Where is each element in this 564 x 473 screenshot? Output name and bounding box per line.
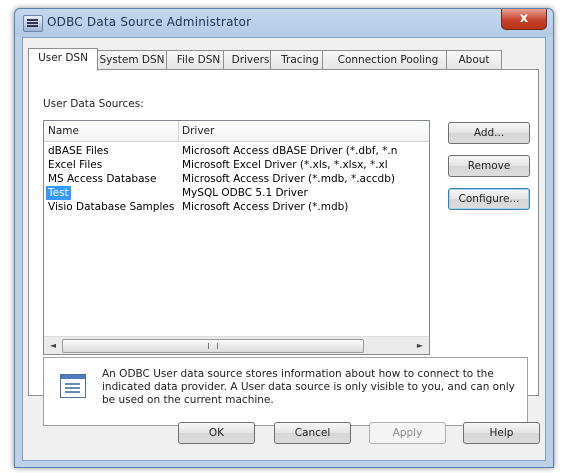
configure-button[interactable]: Configure...	[448, 188, 530, 210]
dsn-driver: Microsoft Access Driver (*.mdb)	[182, 201, 349, 213]
dsn-driver: Microsoft Access Driver (*.mdb, *.accdb)	[182, 173, 395, 185]
tab-about[interactable]: About	[446, 50, 502, 70]
scroll-left-icon[interactable]: ◄	[47, 340, 59, 351]
ok-button[interactable]: OK	[178, 422, 255, 444]
cancel-button[interactable]: Cancel	[274, 422, 351, 444]
dsn-name: MS Access Database	[48, 173, 157, 185]
dialog-client-area: User DSN System DSN File DSN Drivers Tra…	[22, 37, 546, 461]
scroll-grip-icon	[208, 343, 218, 349]
list-item[interactable]: MS Access Database Microsoft Access Driv…	[44, 172, 429, 186]
user-dsn-panel: User Data Sources: Name Driver dBASE Fil…	[28, 69, 539, 426]
horizontal-scrollbar[interactable]: ◄ ►	[44, 336, 429, 354]
help-button[interactable]: Help	[463, 422, 540, 444]
column-header-name[interactable]: Name	[48, 125, 79, 137]
tab-system-dsn[interactable]: System DSN	[90, 50, 174, 70]
dsn-driver: MySQL ODBC 5.1 Driver	[182, 187, 308, 199]
add-button[interactable]: Add...	[448, 122, 530, 144]
user-data-sources-label: User Data Sources:	[43, 98, 144, 110]
data-source-info-icon	[60, 374, 86, 398]
odbc-app-icon	[23, 15, 43, 32]
column-header-driver[interactable]: Driver	[182, 125, 214, 137]
list-item[interactable]: Visio Database Samples Microsoft Access …	[44, 200, 429, 214]
dsn-driver: Microsoft Excel Driver (*.xls, *.xlsx, *…	[182, 159, 388, 171]
odbc-window: ODBC Data Source Administrator x User DS…	[14, 8, 554, 468]
apply-button[interactable]: Apply	[369, 422, 446, 444]
column-divider[interactable]	[178, 121, 179, 141]
dsn-driver: Microsoft Access dBASE Driver (*.dbf, *.…	[182, 145, 398, 157]
info-description: An ODBC User data source stores informat…	[102, 368, 515, 406]
list-column-header: Name Driver	[44, 121, 429, 142]
tab-tracing[interactable]: Tracing	[270, 50, 330, 70]
list-item[interactable]: Excel Files Microsoft Excel Driver (*.xl…	[44, 158, 429, 172]
list-item-selected[interactable]: Test MySQL ODBC 5.1 Driver	[44, 186, 429, 200]
data-sources-list[interactable]: Name Driver dBASE Files Microsoft Access…	[43, 120, 430, 355]
scroll-thumb[interactable]	[62, 339, 364, 353]
title-bar[interactable]: ODBC Data Source Administrator x	[15, 9, 553, 37]
dsn-name: Test	[46, 186, 71, 200]
tab-user-dsn[interactable]: User DSN	[28, 48, 98, 71]
dsn-name: Visio Database Samples	[48, 201, 175, 213]
close-button[interactable]: x	[501, 9, 547, 30]
dsn-name: dBASE Files	[48, 145, 109, 157]
info-box: An ODBC User data source stores informat…	[43, 357, 528, 426]
dsn-name: Excel Files	[48, 159, 103, 171]
tab-connection-pooling[interactable]: Connection Pooling	[322, 50, 454, 70]
tab-file-dsn[interactable]: File DSN	[166, 50, 231, 70]
list-item[interactable]: dBASE Files Microsoft Access dBASE Drive…	[44, 144, 429, 158]
remove-button[interactable]: Remove	[448, 155, 530, 177]
window-title: ODBC Data Source Administrator	[47, 15, 252, 29]
scroll-right-icon[interactable]: ►	[414, 340, 426, 351]
